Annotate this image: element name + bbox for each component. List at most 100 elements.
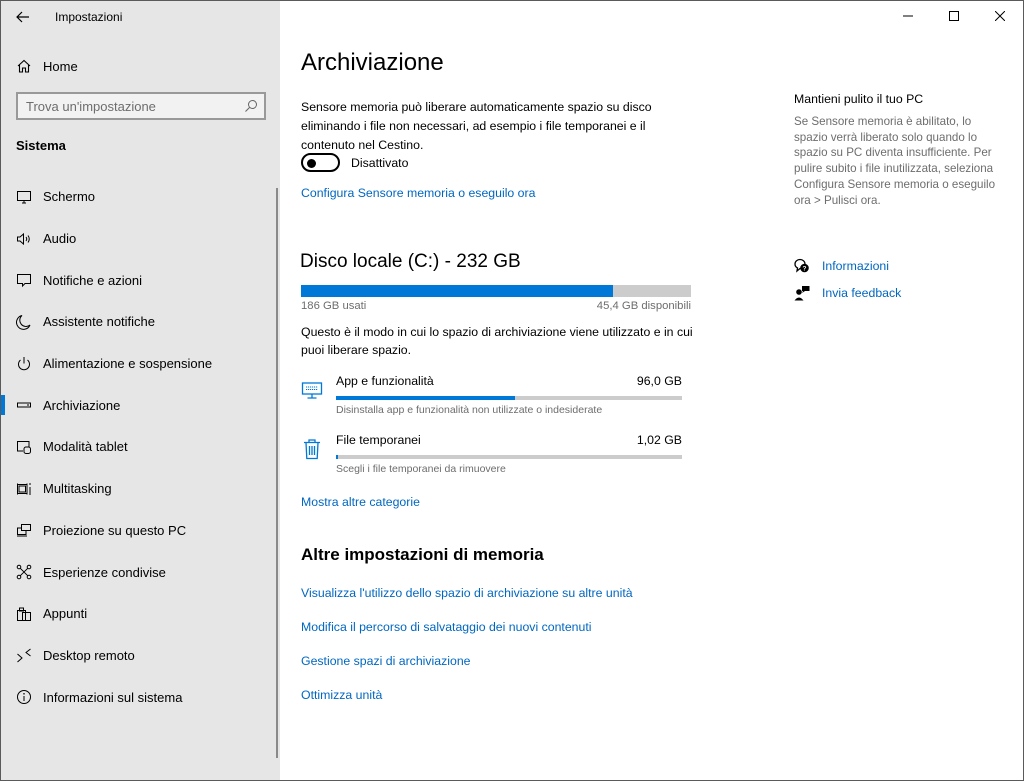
- category-temporary-files[interactable]: File temporanei 1,02 GB Scegli i file te…: [301, 433, 691, 481]
- disk-title: Disco locale (C:) - 232 GB: [300, 251, 521, 272]
- sidebar-item-label: Multitasking: [43, 481, 112, 497]
- optimize-drives-link[interactable]: Ottimizza unità: [301, 688, 382, 702]
- settings-window: Impostazioni Home Sistema Schermo Audio: [0, 0, 1024, 781]
- storage-sense-description: Sensore memoria può liberare automaticam…: [301, 100, 652, 152]
- sidebar-item-label: Modalità tablet: [43, 439, 128, 455]
- sidebar-item-esperienze[interactable]: Esperienze condivise: [1, 551, 280, 593]
- sidebar-item-modalita-tablet[interactable]: Modalità tablet: [1, 426, 280, 468]
- maximize-button[interactable]: [931, 1, 977, 31]
- category-usage-bar: [336, 396, 682, 400]
- tablet-mode-icon: [16, 439, 32, 455]
- feedback-icon: [794, 285, 810, 301]
- sidebar-item-archiviazione[interactable]: Archiviazione: [1, 384, 280, 426]
- help-chat-icon: ?: [794, 258, 810, 274]
- section-label-sistema: Sistema: [16, 138, 66, 153]
- storage-drive-icon: [16, 397, 32, 413]
- category-name: File temporanei: [336, 433, 421, 447]
- sidebar-item-appunti[interactable]: Appunti: [1, 593, 280, 635]
- close-button[interactable]: [977, 1, 1023, 31]
- disk-free-label: 45,4 GB disponibili: [596, 300, 691, 312]
- sidebar-item-label: Esperienze condivise: [43, 564, 166, 580]
- show-more-categories-link[interactable]: Mostra altre categorie: [301, 495, 420, 509]
- titlebar-left: Impostazioni: [1, 1, 280, 33]
- sidebar-item-assistente[interactable]: Assistente notifiche: [1, 301, 280, 343]
- shared-experiences-icon: [16, 564, 32, 580]
- back-button[interactable]: [1, 1, 45, 33]
- remote-desktop-icon: [16, 647, 32, 663]
- search-box[interactable]: [16, 92, 266, 120]
- storage-sense-toggle-row: Disattivato: [301, 153, 408, 172]
- sidebar-item-label: Proiezione su questo PC: [43, 522, 187, 538]
- category-size: 96,0 GB: [636, 374, 682, 388]
- category-size: 1,02 GB: [636, 433, 682, 447]
- maximize-icon: [949, 11, 959, 21]
- close-icon: [995, 11, 1005, 21]
- aside-title: Mantieni pulito il tuo PC: [794, 92, 924, 106]
- storage-sense-toggle[interactable]: [301, 153, 340, 172]
- multitasking-icon: [16, 481, 32, 497]
- usage-description: Questo è il modo in cui lo spazio di arc…: [301, 325, 693, 357]
- get-help-label: Informazioni: [822, 259, 889, 273]
- sidebar-item-alimentazione[interactable]: Alimentazione e sospensione: [1, 343, 280, 385]
- projection-icon: [16, 522, 32, 538]
- sidebar-item-label: Appunti: [43, 606, 88, 622]
- home-nav-item[interactable]: Home: [1, 49, 280, 83]
- sidebar-item-label: Notifiche e azioni: [43, 272, 142, 288]
- view-other-drives-link[interactable]: Visualizza l'utilizzo dello spazio di ar…: [301, 586, 633, 600]
- other-settings-title: Altre impostazioni di memoria: [301, 545, 544, 564]
- sidebar-item-audio[interactable]: Audio: [1, 218, 280, 260]
- app-title: Impostazioni: [55, 10, 123, 24]
- message-icon: [16, 272, 32, 288]
- monitor-icon: [16, 189, 32, 205]
- sidebar: Impostazioni Home Sistema Schermo Audio: [1, 1, 280, 780]
- sidebar-item-label: Schermo: [43, 189, 96, 205]
- sidebar-item-schermo[interactable]: Schermo: [1, 176, 280, 218]
- sidebar-item-label: Informazioni sul sistema: [43, 689, 183, 705]
- clipboard-icon: [16, 606, 32, 622]
- disk-usage-bar: [301, 285, 691, 297]
- sidebar-item-notifiche[interactable]: Notifiche e azioni: [1, 259, 280, 301]
- sidebar-item-label: Assistente notifiche: [43, 314, 156, 330]
- home-icon: [16, 58, 32, 74]
- toggle-knob: [307, 158, 316, 168]
- send-feedback-link[interactable]: Invia feedback: [794, 285, 901, 301]
- home-label: Home: [43, 58, 78, 74]
- sidebar-item-label: Desktop remoto: [43, 647, 135, 663]
- manage-storage-spaces-link[interactable]: Gestione spazi di archiviazione: [301, 654, 471, 668]
- configure-storage-sense-link[interactable]: Configura Sensore memoria o eseguilo ora: [301, 186, 535, 200]
- category-apps-features[interactable]: App e funzionalità 96,0 GB Disinstalla a…: [301, 374, 691, 422]
- apps-features-icon: [301, 379, 323, 401]
- sidebar-item-proiezione[interactable]: Proiezione su questo PC: [1, 510, 280, 552]
- category-usage-bar-fill: [336, 455, 339, 459]
- minimize-button[interactable]: [885, 1, 931, 31]
- sidebar-scrollbar[interactable]: [276, 188, 278, 758]
- speaker-icon: [16, 231, 32, 247]
- page-title: Archiviazione: [301, 49, 444, 76]
- disk-usage-bar-fill: [301, 285, 613, 297]
- search-icon[interactable]: [244, 99, 258, 113]
- change-save-location-link[interactable]: Modifica il percorso di salvataggio dei …: [301, 620, 592, 634]
- sidebar-item-informazioni[interactable]: Informazioni sul sistema: [1, 676, 280, 718]
- minimize-icon: [903, 15, 913, 17]
- nav-list: Schermo Audio Notifiche e azioni Assiste…: [1, 176, 280, 718]
- category-subtitle: Scegli i file temporanei da rimuovere: [336, 463, 506, 475]
- moon-icon: [16, 314, 32, 330]
- power-icon: [16, 356, 32, 372]
- window-controls: [885, 1, 1023, 31]
- info-icon: [16, 689, 32, 705]
- back-arrow-icon: [16, 11, 29, 23]
- sidebar-item-label: Archiviazione: [43, 397, 121, 413]
- sidebar-item-desktop-remoto[interactable]: Desktop remoto: [1, 635, 280, 677]
- category-subtitle: Disinstalla app e funzionalità non utili…: [336, 404, 603, 416]
- category-usage-bar-fill: [336, 396, 515, 400]
- aside-text: Se Sensore memoria è abilitato, lo spazi…: [794, 115, 996, 207]
- sidebar-item-multitasking[interactable]: Multitasking: [1, 468, 280, 510]
- trash-icon: [301, 438, 323, 460]
- send-feedback-label: Invia feedback: [822, 286, 902, 300]
- search-input[interactable]: [18, 98, 228, 114]
- sidebar-item-label: Audio: [43, 231, 77, 247]
- svg-text:?: ?: [803, 265, 807, 272]
- category-usage-bar: [336, 455, 682, 459]
- toggle-state-label: Disattivato: [351, 155, 409, 170]
- get-help-link[interactable]: ? Informazioni: [794, 258, 889, 274]
